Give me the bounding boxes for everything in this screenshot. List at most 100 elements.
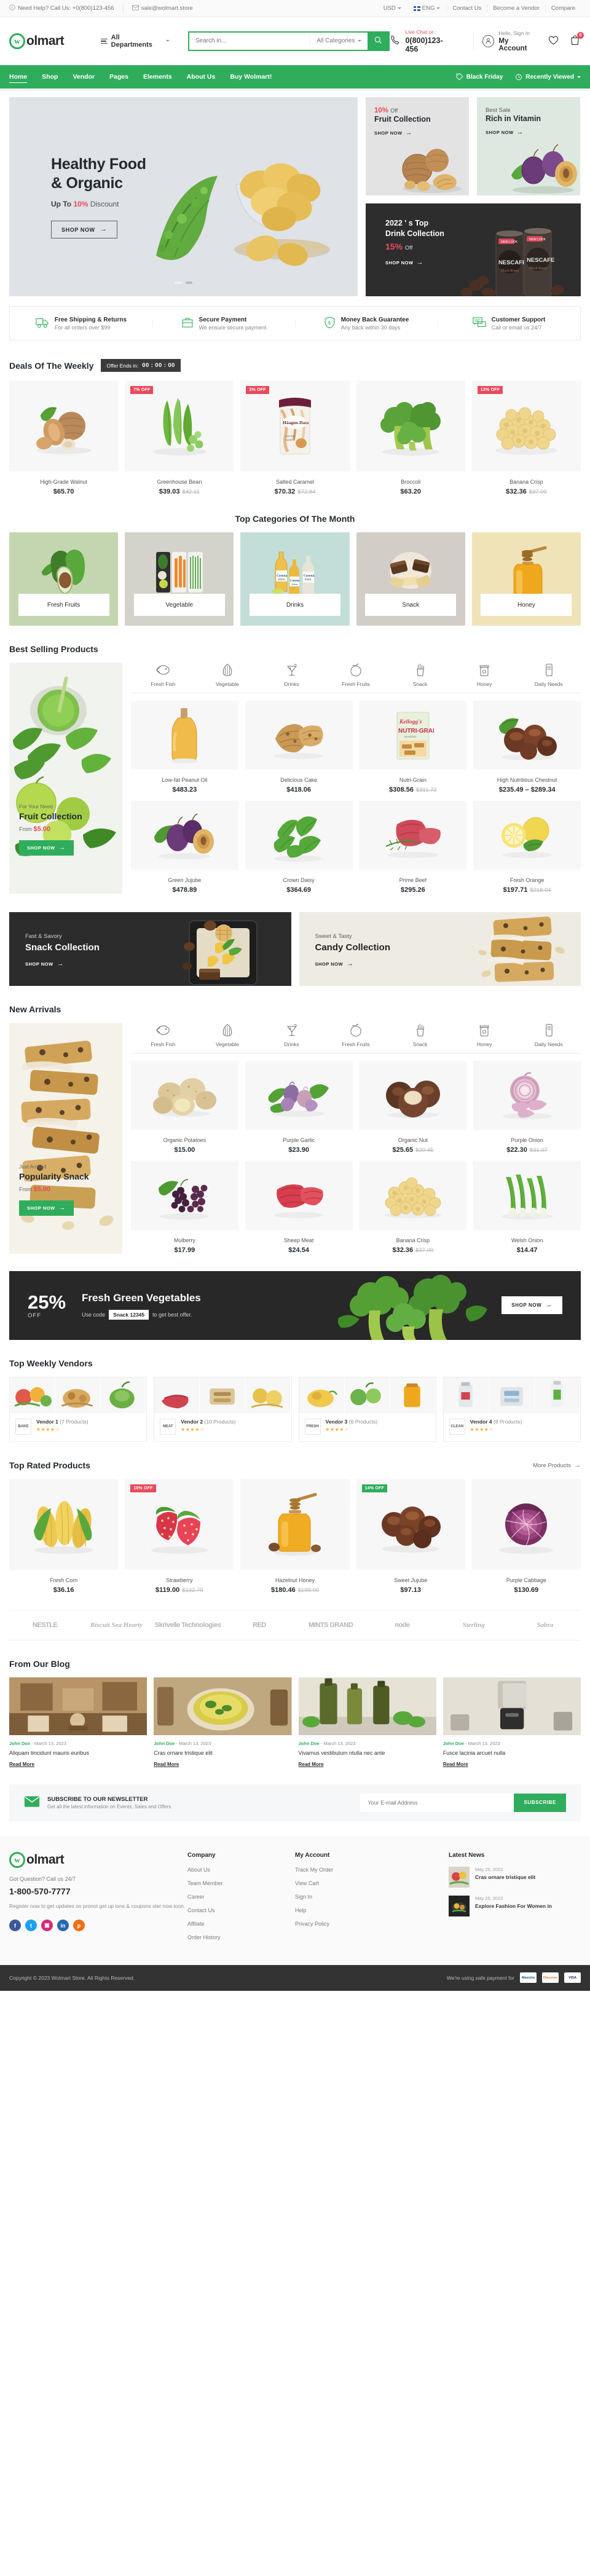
pinterest-icon[interactable]: p xyxy=(73,1920,85,1932)
new-arrivals-promo[interactable]: Just Arrived Popularity Snack From $5.00… xyxy=(9,1023,122,1254)
tab-fresh-fruits[interactable]: Fresh Fruits xyxy=(324,1023,388,1047)
product-card[interactable]: Welsh Onion $14.47 xyxy=(473,1161,581,1254)
product-card[interactable]: Delicious Cake $418.06 xyxy=(245,701,353,794)
banner-shop-now-button[interactable]: SHOP NOW → xyxy=(502,1296,562,1314)
tab-vegetable[interactable]: Vegetable xyxy=(195,663,260,687)
site-logo[interactable]: w olmart xyxy=(9,33,87,49)
product-card[interactable]: Fresh Corn $36.16 xyxy=(9,1479,119,1594)
blog-card[interactable]: John Doe - March 13, 2023 Fusce lacinia … xyxy=(442,1677,581,1767)
product-card[interactable]: 10% OFF Strawberry $119.00 $132.79 xyxy=(125,1479,234,1594)
product-card[interactable]: Fresh Orange $197.71 $218.04 xyxy=(473,801,581,894)
footer-link-view-cart[interactable]: View Cart xyxy=(295,1880,403,1886)
product-card[interactable]: Broccoli $63.20 xyxy=(356,380,465,495)
nav-item-home[interactable]: Home xyxy=(9,67,28,87)
tab-honey[interactable]: Honey xyxy=(452,1023,517,1047)
product-card[interactable]: Hazelnut Honey $180.46 $199.00 xyxy=(240,1479,350,1594)
topbar-link-contact[interactable]: Contact Us xyxy=(446,5,487,12)
product-card[interactable]: Crown Daisy $364.69 xyxy=(245,801,353,894)
nav-item-about[interactable]: About Us xyxy=(187,67,216,87)
footer-news-item[interactable]: May 25, 2022 Explore Fashion For Women i… xyxy=(449,1895,581,1916)
promo-card-fruit-collection[interactable]: 10% Off Fruit Collection SHOP NOW → xyxy=(366,97,469,195)
product-card[interactable]: Organic Potatoes $15.00 xyxy=(131,1061,238,1154)
category-tile-snack[interactable]: Snack xyxy=(356,532,465,626)
all-departments-menu[interactable]: All Departments xyxy=(100,34,170,49)
product-card[interactable]: Purple Cabbage $130.69 xyxy=(471,1479,581,1594)
footer-link-team[interactable]: Team Member xyxy=(187,1880,295,1886)
tab-snack[interactable]: Snack xyxy=(388,663,452,687)
promo-banner-drink-collection[interactable]: 2022 ' s Top Drink Collection 15% Off SH… xyxy=(366,203,581,296)
product-card[interactable]: Low-fat Peanut Oil $483.23 xyxy=(131,701,238,794)
nav-item-shop[interactable]: Shop xyxy=(42,67,58,87)
product-card[interactable]: Kellogg's NUTRI-GRAIN Breakfast xyxy=(359,701,467,794)
footer-link-privacy[interactable]: Privacy Policy xyxy=(295,1921,403,1927)
product-card[interactable]: 14% OFF Sweet Jujube $97.13 xyxy=(356,1479,465,1594)
blog-read-more[interactable]: Read More xyxy=(299,1762,436,1767)
nav-item-vendor[interactable]: Vendor xyxy=(73,67,95,87)
newsletter-subscribe-button[interactable]: SUBSCRIBE xyxy=(514,1793,566,1812)
product-card[interactable]: Banana Crisp $32.36 $37.00 xyxy=(359,1161,467,1254)
tab-vegetable[interactable]: Vegetable xyxy=(195,1023,260,1047)
my-account-link[interactable]: Hello, Sign In My Account xyxy=(482,30,538,52)
blog-card[interactable]: John Doe - March 13, 2023 Cras ornare tr… xyxy=(154,1677,292,1767)
nav-black-friday[interactable]: Black Friday xyxy=(456,73,503,81)
discount-banner[interactable]: 25% OFF Fresh Green Vegetables Use code … xyxy=(9,1271,581,1340)
instagram-icon[interactable]: ▣ xyxy=(41,1920,53,1932)
hero-slider-dots[interactable] xyxy=(9,282,358,284)
footer-link-track-order[interactable]: Track My Order xyxy=(295,1867,403,1873)
product-card[interactable]: High-Grade Walnut $65.70 xyxy=(9,380,119,495)
category-tile-honey[interactable]: Honey xyxy=(471,532,581,626)
footer-news-item[interactable]: May 25, 2022 Cras ornare tristique elit xyxy=(449,1866,581,1888)
tab-drinks[interactable]: Drinks xyxy=(259,1023,324,1047)
brand-logo-nestle[interactable]: NESTLE xyxy=(9,1621,81,1629)
tab-fresh-fruits[interactable]: Fresh Fruits xyxy=(324,663,388,687)
brand-logo-node[interactable]: node xyxy=(366,1621,438,1629)
product-card[interactable]: Mulberry $17.99 xyxy=(131,1161,238,1254)
slider-dot-1[interactable] xyxy=(175,282,183,284)
hero-shop-now-button[interactable]: SHOP NOW → xyxy=(51,221,118,238)
tab-fresh-fish[interactable]: Fresh Fish xyxy=(131,1023,195,1047)
nav-item-elements[interactable]: Elements xyxy=(143,67,172,87)
product-card[interactable]: 7% OFF Greenhouse Bean $39.03 $42.11 xyxy=(125,380,234,495)
nav-item-pages[interactable]: Pages xyxy=(109,67,128,87)
tab-daily-needs[interactable]: Daily Needs xyxy=(516,663,581,687)
category-tile-drinks[interactable]: Corona Extra Corona Extra Corona Extra D… xyxy=(240,532,350,626)
tab-drinks[interactable]: Drinks xyxy=(259,663,324,687)
live-chat-phone[interactable]: Live Chat or : 0(800)123-456 xyxy=(390,29,464,53)
promo-cta[interactable]: SHOP NOW → xyxy=(486,129,580,136)
blog-card[interactable]: John Doe - March 13, 2023 Vivamus vestib… xyxy=(298,1677,436,1767)
currency-selector[interactable]: USD xyxy=(377,5,407,12)
product-card[interactable]: High Nutritious Chestnut $235.49 – $289.… xyxy=(473,701,581,794)
tab-daily-needs[interactable]: Daily Needs xyxy=(516,1023,581,1047)
brand-logo-skrivelle[interactable]: Skrivelle Technologies xyxy=(152,1621,224,1629)
brand-logo-sabra[interactable]: Sabra xyxy=(509,1621,581,1629)
linkedin-icon[interactable]: in xyxy=(57,1920,69,1932)
promo-shop-now-button[interactable]: SHOP NOW → xyxy=(19,840,74,856)
wishlist-button[interactable] xyxy=(548,34,559,48)
product-card[interactable]: Purple Garlic $23.90 xyxy=(245,1061,353,1154)
footer-link-signin[interactable]: Sign In xyxy=(295,1894,403,1900)
footer-link-about[interactable]: About Us xyxy=(187,1867,295,1873)
more-products-link[interactable]: More Products → xyxy=(533,1462,581,1469)
cart-button[interactable]: 0 xyxy=(569,31,584,48)
product-card[interactable]: 3% OFF Häagen-Dazs Sea Salt Caramel Salt… xyxy=(240,380,350,495)
search-button[interactable] xyxy=(368,32,389,50)
topbar-link-vendor[interactable]: Become a Vendor xyxy=(487,5,545,12)
vendor-card[interactable]: FRESH Vendor 3 (6 Products) ★★★★☆ xyxy=(298,1377,436,1442)
contact-email[interactable]: sale@wolmart.store xyxy=(132,4,202,12)
promo-shop-now-button[interactable]: SHOP NOW → xyxy=(19,1200,74,1216)
vendor-card[interactable]: CLEAN Vendor 4 (8 Products) ★★★★☆ xyxy=(442,1377,581,1442)
nav-recently-viewed[interactable]: Recently Viewed xyxy=(515,73,581,81)
best-selling-promo[interactable]: For Your Need Fruit Collection From $5.0… xyxy=(9,663,122,894)
footer-link-career[interactable]: Career xyxy=(187,1894,295,1900)
footer-logo[interactable]: w olmart xyxy=(9,1851,88,1868)
help-phone[interactable]: Need Help? Call Us: +0(800)123-456 xyxy=(9,4,123,12)
product-card[interactable]: Prime Beef $295.26 xyxy=(359,801,467,894)
language-selector[interactable]: ENG xyxy=(407,5,447,12)
category-select[interactable]: All Categories xyxy=(310,35,368,47)
category-tile-fresh-fruits[interactable]: Fresh Fruits xyxy=(9,532,119,626)
topbar-link-compare[interactable]: Compare xyxy=(545,5,581,12)
footer-link-affiliate[interactable]: Affilate xyxy=(187,1921,295,1927)
product-card[interactable]: Green Jujube $478.89 xyxy=(131,801,238,894)
banner-snack-collection[interactable]: Fast & Savory Snack Collection SHOP NOW … xyxy=(9,912,291,986)
banner-candy-collection[interactable]: Sweet & Tasty Candy Collection SHOP NOW … xyxy=(299,912,581,986)
